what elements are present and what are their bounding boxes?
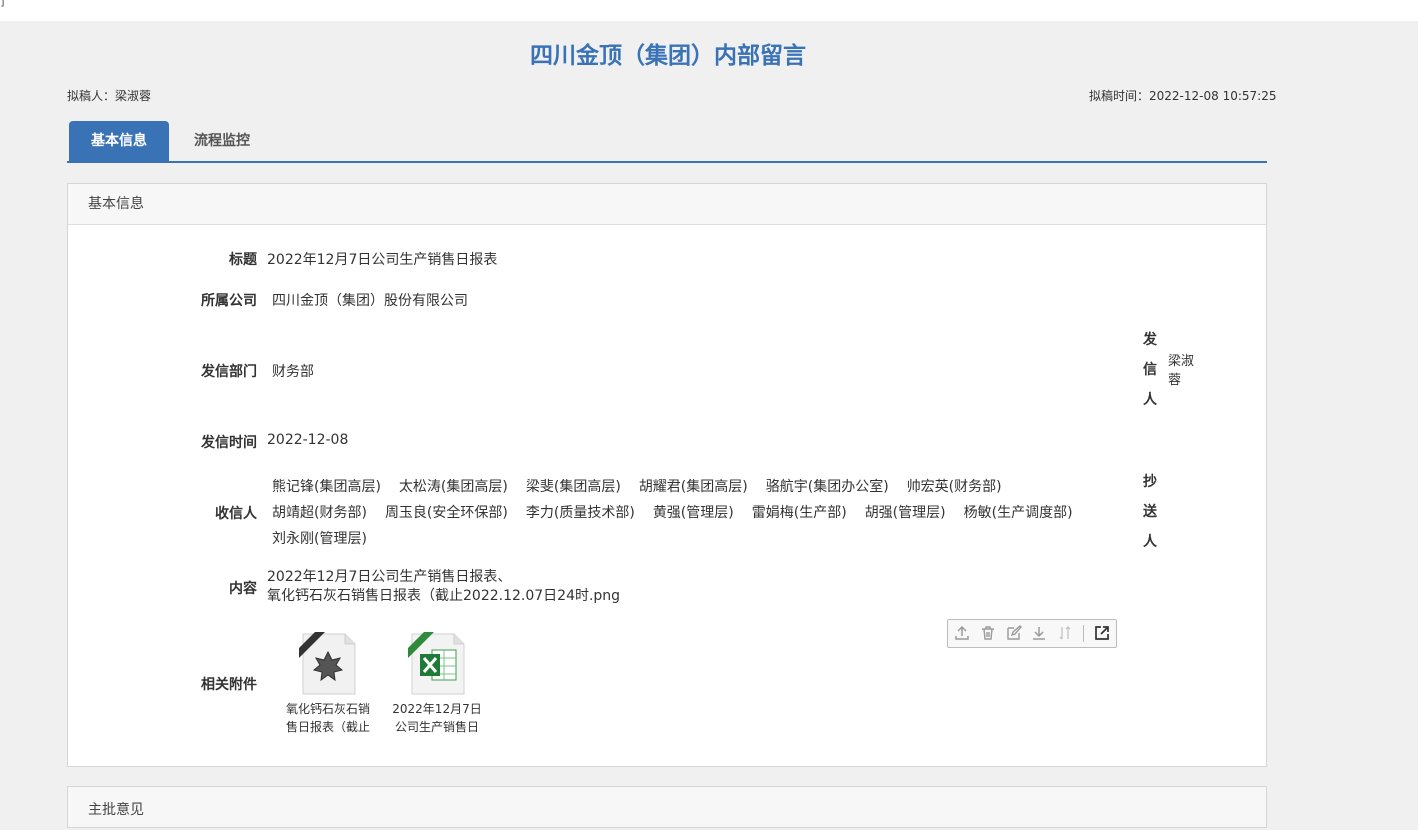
content-line: 氧化钙石灰石销售日报表（截止2022.12.07日24时.png xyxy=(267,588,621,604)
toolbar-divider xyxy=(1083,625,1084,642)
panel-title: 基本信息 xyxy=(68,184,1266,225)
recipient-item: 杨敏(生产调度部) xyxy=(963,505,1073,521)
recipients-label: 收信人 xyxy=(215,506,257,522)
attachment-name: 氧化钙石灰石销 售日报表（截止 xyxy=(279,700,377,736)
drafter-label: 拟稿人： xyxy=(67,89,116,103)
open-external-icon[interactable] xyxy=(1093,624,1111,642)
recipient-item: 雷娟梅(生产部) xyxy=(751,505,847,521)
page-title: 四川金顶（集团）内部留言 xyxy=(530,43,806,69)
attachment-name-line: 氧化钙石灰石销 xyxy=(285,702,370,716)
recipient-item: 骆航宇(集团办公室) xyxy=(765,479,889,495)
attachment-xlsx[interactable]: 2022年12月7日 公司生产销售日 xyxy=(388,632,486,736)
browser-top-strip xyxy=(0,0,1418,21)
recipient-item: 周玉良(安全环保部) xyxy=(384,505,508,521)
company-label: 所属公司 xyxy=(201,293,257,309)
content-value: 2022年12月7日公司生产销售日报表、 氧化钙石灰石销售日报表（截止2022.… xyxy=(267,568,620,606)
sender-label: 发 信 人 xyxy=(1143,325,1159,415)
recipient-item: 黄强(管理层) xyxy=(652,505,734,521)
attachment-png[interactable]: 氧化钙石灰石销 售日报表（截止 xyxy=(279,632,377,736)
tab-process-monitor[interactable]: 流程监控 xyxy=(179,121,265,161)
attachment-name: 2022年12月7日 公司生产销售日 xyxy=(388,700,486,736)
excel-file-icon xyxy=(408,632,466,696)
department-value: 财务部 xyxy=(272,364,314,380)
draft-time-info: 拟稿时间：2022-12-08 10:57:25 xyxy=(1089,87,1276,104)
drafter-info: 拟稿人：梁淑蓉 xyxy=(67,87,151,104)
tab-basic-info[interactable]: 基本信息 xyxy=(69,121,169,161)
recipient-item: 李力(质量技术部) xyxy=(525,505,635,521)
sender-label-char: 信 xyxy=(1143,362,1157,378)
recipient-item: 刘永刚(管理层) xyxy=(272,531,367,547)
approval-panel: 主批意见 xyxy=(67,786,1267,828)
recipient-item: 帅宏英(财务部) xyxy=(906,479,1002,495)
send-date-label: 发信时间 xyxy=(201,435,257,451)
cc-label-char: 抄 xyxy=(1143,474,1157,490)
sender-label-char: 人 xyxy=(1143,392,1157,408)
attachment-name-line: 公司生产销售日 xyxy=(394,720,479,734)
recipient-item: 熊记锋(集团高层) xyxy=(272,479,381,495)
attachment-name-line: 售日报表（截止 xyxy=(285,720,370,734)
recipient-item: 胡耀君(集团高层) xyxy=(638,479,748,495)
department-label: 发信部门 xyxy=(201,364,257,380)
sender-value: 梁淑蓉 xyxy=(1168,354,1195,388)
download-icon[interactable] xyxy=(1030,624,1048,642)
recipient-item: 梁斐(集团高层) xyxy=(525,479,621,495)
recipient-item: 太松涛(集团高层) xyxy=(398,479,508,495)
title-label: 标题 xyxy=(229,252,257,268)
drafter-value: 梁淑蓉 xyxy=(115,89,152,103)
edit-icon[interactable] xyxy=(1005,624,1023,642)
sort-icon[interactable] xyxy=(1056,624,1074,642)
delete-icon[interactable] xyxy=(979,624,997,642)
upload-icon[interactable] xyxy=(953,624,971,642)
company-value: 四川金顶（集团）股份有限公司 xyxy=(272,293,468,309)
cc-label-char: 人 xyxy=(1143,534,1157,550)
content-line: 2022年12月7日公司生产销售日报表、 xyxy=(267,569,512,585)
sender-label-char: 发 xyxy=(1143,332,1157,348)
tab-bar: 基本信息 流程监控 xyxy=(67,121,1267,163)
title-value: 2022年12月7日公司生产销售日报表 xyxy=(267,252,498,268)
basic-info-panel: 基本信息 标题 2022年12月7日公司生产销售日报表 所属公司 四川金顶（集团… xyxy=(67,183,1267,767)
draft-time-label: 拟稿时间： xyxy=(1089,89,1150,103)
recipients-list: 熊记锋(集团高层) 太松涛(集团高层) 梁斐(集团高层) 胡耀君(集团高层) 骆航宇(集… xyxy=(272,474,1152,552)
send-date-value: 2022-12-08 xyxy=(267,432,349,448)
recipient-item: 胡强(管理层) xyxy=(864,505,946,521)
recipient-item: 胡靖超(财务部) xyxy=(272,505,367,521)
attachments-label: 相关附件 xyxy=(201,677,257,693)
content-label: 内容 xyxy=(229,581,257,597)
corner-mark: ] xyxy=(0,0,5,8)
cc-label: 抄 送 人 xyxy=(1143,467,1159,557)
cc-label-char: 送 xyxy=(1143,504,1157,520)
approval-panel-title: 主批意见 xyxy=(88,802,144,818)
draft-time-value: 2022-12-08 10:57:25 xyxy=(1149,89,1277,103)
attachment-name-line: 2022年12月7日 xyxy=(392,702,482,716)
attachment-toolbar xyxy=(947,619,1117,648)
png-file-icon xyxy=(299,632,357,696)
